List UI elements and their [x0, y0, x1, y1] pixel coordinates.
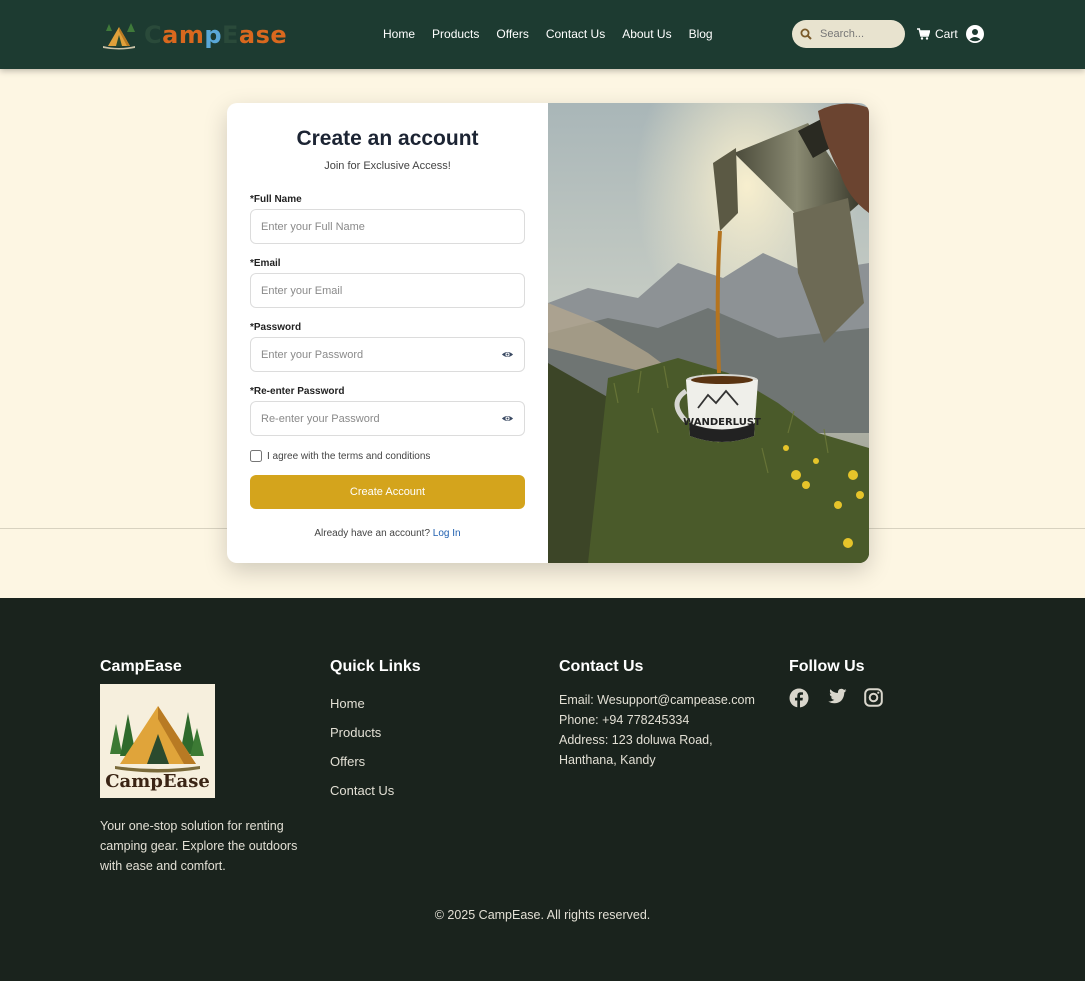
footer-link-contact-us[interactable]: Contact Us — [330, 776, 421, 805]
brand-letter-c: C — [144, 21, 163, 49]
signup-form: Create an account Join for Exclusive Acc… — [227, 103, 548, 563]
footer-contact-column: Contact Us Email: Wesupport@campease.com… — [559, 658, 769, 770]
email-input[interactable] — [261, 284, 514, 297]
site-header: CampEase Home Products Offers Contact Us… — [0, 0, 1085, 69]
form-subtitle: Join for Exclusive Access! — [324, 160, 451, 172]
footer-contact-info: Email: Wesupport@campease.com Phone: +94… — [559, 690, 769, 770]
brand-letters-ase-1: ase — [238, 21, 288, 49]
twitter-icon[interactable] — [826, 688, 847, 706]
footer-description: Your one-stop solution for renting campi… — [100, 819, 298, 873]
nav-about-us[interactable]: About Us — [622, 27, 671, 41]
cart-label: Cart — [935, 27, 958, 41]
email-label: *Email — [250, 258, 281, 269]
tent-logo-icon — [103, 23, 135, 50]
full-name-field — [250, 209, 525, 244]
full-name-input[interactable] — [261, 220, 514, 233]
footer-address: Address: 123 doluwa Road, Hanthana, Kand… — [559, 733, 713, 767]
terms-label: I agree with the terms and conditions — [267, 450, 431, 462]
password-label: *Password — [250, 322, 302, 333]
show-password-eye-icon[interactable] — [501, 348, 514, 361]
brand-letter-e: E — [222, 21, 239, 49]
brand-wordmark: CampEase — [144, 21, 287, 49]
social-links — [789, 688, 883, 708]
nav-contact-us[interactable]: Contact Us — [546, 27, 605, 41]
form-title: Create an account — [296, 127, 479, 150]
password-field — [250, 337, 525, 372]
brand-logo[interactable]: CampEase — [100, 20, 287, 50]
footer-quick-links: Home Products Offers Contact Us — [330, 689, 421, 805]
signup-card: Create an account Join for Exclusive Acc… — [227, 103, 869, 563]
main-nav: Home Products Offers Contact Us About Us… — [383, 27, 713, 41]
footer-link-products[interactable]: Products — [330, 718, 421, 747]
footer-brand-title: CampEase — [100, 658, 182, 675]
cart-button[interactable]: Cart — [917, 27, 958, 41]
coffee-pour-photo: WANDERLUST — [548, 103, 869, 563]
cart-icon — [917, 28, 930, 40]
login-link[interactable]: Log In — [433, 528, 461, 539]
email-field — [250, 273, 525, 308]
terms-agreement: I agree with the terms and conditions — [250, 450, 430, 462]
footer-quick-links-title: Quick Links — [330, 658, 421, 675]
terms-checkbox[interactable] — [250, 450, 262, 462]
site-footer: CampEase CampEase Your one-stop solution… — [0, 598, 1085, 981]
footer-email: Email: Wesupport@campease.com — [559, 693, 755, 707]
nav-offers[interactable]: Offers — [496, 27, 528, 41]
user-account-icon[interactable] — [966, 25, 984, 43]
brand-letters-am: am — [162, 21, 205, 49]
footer-follow-column: Follow Us — [789, 658, 883, 708]
search-input[interactable] — [820, 28, 896, 40]
reenter-password-input[interactable] — [261, 412, 501, 425]
login-prompt-text: Already have an account? — [314, 528, 431, 539]
footer-phone: Phone: +94 778245334 — [559, 713, 690, 727]
footer-copyright: © 2025 CampEase. All rights reserved. — [434, 908, 651, 922]
create-account-button[interactable]: Create Account — [250, 475, 525, 509]
footer-quick-links-column: Quick Links Home Products Offers Contact… — [330, 658, 421, 805]
brand-letter-p: p — [204, 21, 223, 49]
footer-brand-column: CampEase CampEase Your one-stop solution… — [100, 658, 315, 876]
facebook-icon[interactable] — [789, 688, 809, 708]
footer-follow-title: Follow Us — [789, 658, 865, 675]
footer-campease-logo: CampEase — [100, 684, 215, 798]
search-box — [792, 20, 905, 48]
instagram-icon[interactable] — [864, 688, 883, 707]
mug-wanderlust-text: WANDERLUST — [683, 417, 761, 428]
full-name-label: *Full Name — [250, 194, 302, 205]
password-input[interactable] — [261, 348, 501, 361]
show-reenter-password-eye-icon[interactable] — [501, 412, 514, 425]
reenter-password-label: *Re-enter Password — [250, 386, 345, 397]
nav-home[interactable]: Home — [383, 27, 415, 41]
login-prompt: Already have an account? Log In — [227, 528, 548, 539]
footer-logo-text: CampEase — [105, 771, 210, 792]
footer-link-home[interactable]: Home — [330, 689, 421, 718]
nav-blog[interactable]: Blog — [689, 27, 713, 41]
nav-products[interactable]: Products — [432, 27, 479, 41]
footer-link-offers[interactable]: Offers — [330, 747, 421, 776]
footer-contact-title: Contact Us — [559, 658, 644, 675]
reenter-password-field — [250, 401, 525, 436]
search-icon[interactable] — [800, 28, 812, 40]
